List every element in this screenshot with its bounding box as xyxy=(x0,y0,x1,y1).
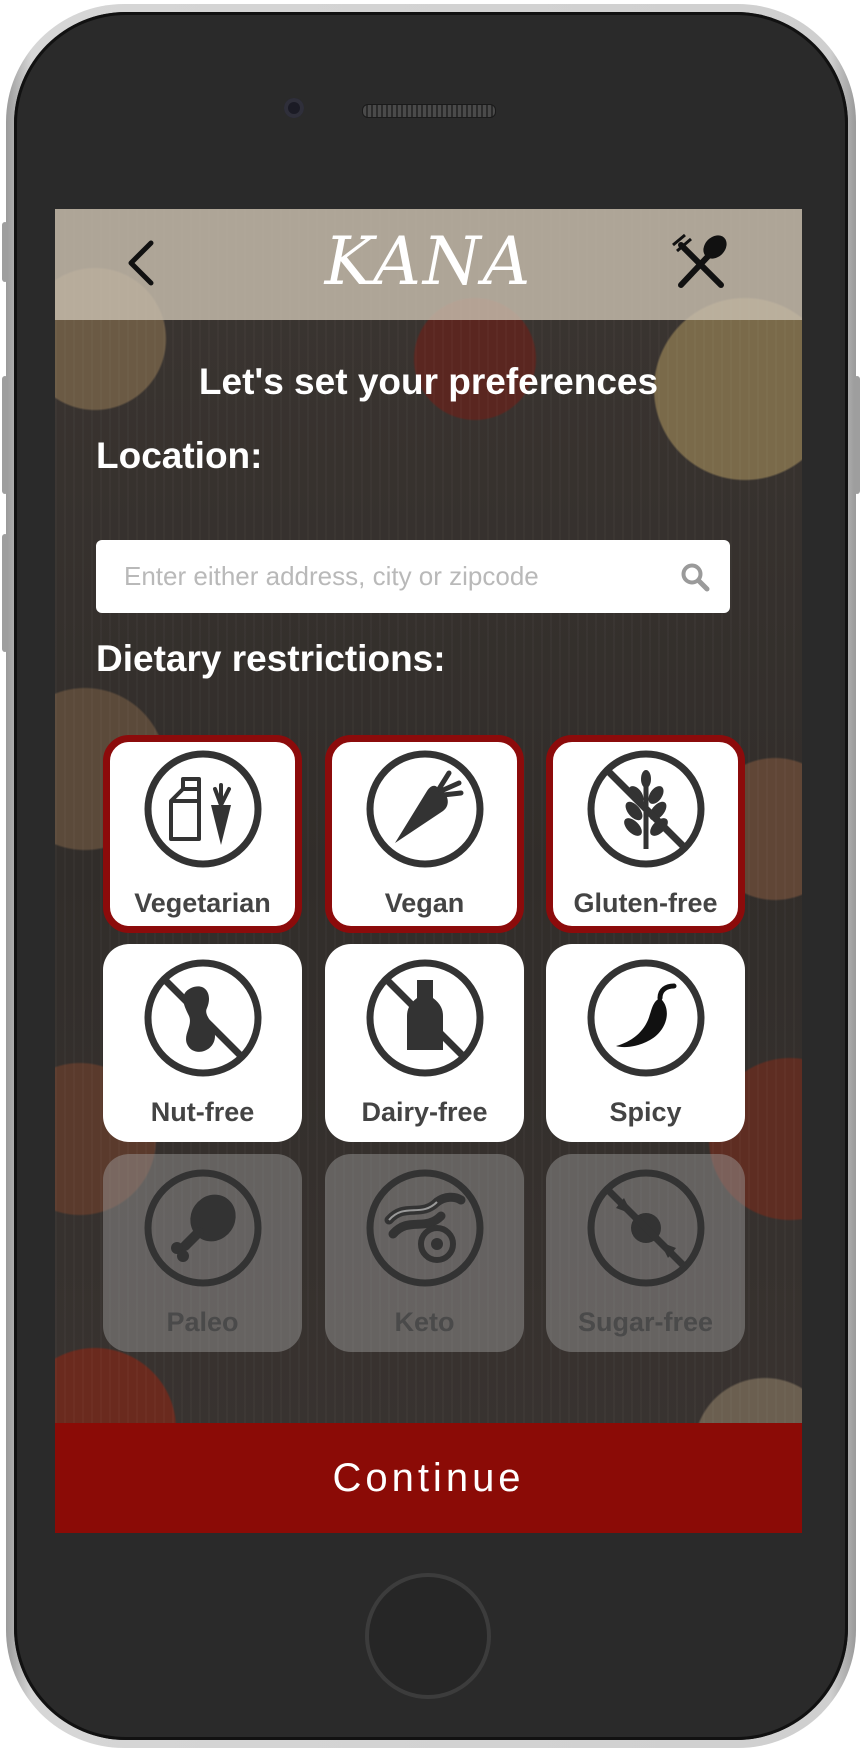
diet-option-label: Paleo xyxy=(166,1307,239,1337)
volume-down-button xyxy=(2,534,8,652)
bacon-egg-icon xyxy=(366,1169,483,1287)
diet-option-label: Vegetarian xyxy=(134,888,271,918)
diet-option-label: Vegan xyxy=(384,888,465,918)
diet-option-label: Keto xyxy=(394,1307,455,1337)
no-candy-icon xyxy=(587,1169,704,1287)
location-search-box xyxy=(96,540,730,613)
home-button[interactable] xyxy=(365,1573,491,1699)
milk-carrot-icon xyxy=(144,750,261,868)
diet-option-dairy-free[interactable]: Dairy-free xyxy=(325,944,524,1142)
dietary-label: Dietary restrictions: xyxy=(96,638,446,679)
diet-option-label: Gluten-free xyxy=(573,888,718,918)
diet-option-label: Spicy xyxy=(609,1097,682,1127)
diet-option-label: Dairy-free xyxy=(361,1097,488,1127)
fork-knife-crossed-icon[interactable] xyxy=(667,231,733,297)
mute-switch xyxy=(2,222,8,282)
diet-option-sugar-free[interactable]: Sugar-free xyxy=(546,1154,745,1352)
no-wheat-icon xyxy=(587,750,704,868)
earpiece-speaker xyxy=(362,104,496,118)
diet-option-paleo[interactable]: Paleo xyxy=(103,1154,302,1352)
drumstick-icon xyxy=(144,1169,261,1287)
no-peanut-icon xyxy=(144,959,261,1077)
diet-option-label: Nut-free xyxy=(150,1097,255,1127)
search-icon[interactable] xyxy=(680,562,710,592)
diet-option-nut-free[interactable]: Nut-free xyxy=(103,944,302,1142)
diet-option-spicy[interactable]: Spicy xyxy=(546,944,745,1142)
app-header: KANA xyxy=(55,209,802,320)
continue-button[interactable]: Continue xyxy=(55,1423,802,1533)
location-label: Location: xyxy=(96,435,263,476)
front-camera xyxy=(284,98,304,118)
diet-option-vegetarian[interactable]: Vegetarian xyxy=(103,735,302,933)
app-screen: KANA Let's set your preferences Location… xyxy=(55,209,802,1533)
page-title: Let's set your preferences xyxy=(198,361,659,402)
power-button xyxy=(854,376,860,494)
chili-pepper-icon xyxy=(587,959,704,1077)
location-search-input[interactable] xyxy=(124,540,654,613)
carrot-icon xyxy=(366,750,483,868)
volume-up-button xyxy=(2,376,8,494)
diet-option-gluten-free[interactable]: Gluten-free xyxy=(546,735,745,933)
no-milk-bottle-icon xyxy=(366,959,483,1077)
diet-option-vegan[interactable]: Vegan xyxy=(325,735,524,933)
diet-option-keto[interactable]: Keto xyxy=(325,1154,524,1352)
diet-option-label: Sugar-free xyxy=(577,1307,714,1337)
